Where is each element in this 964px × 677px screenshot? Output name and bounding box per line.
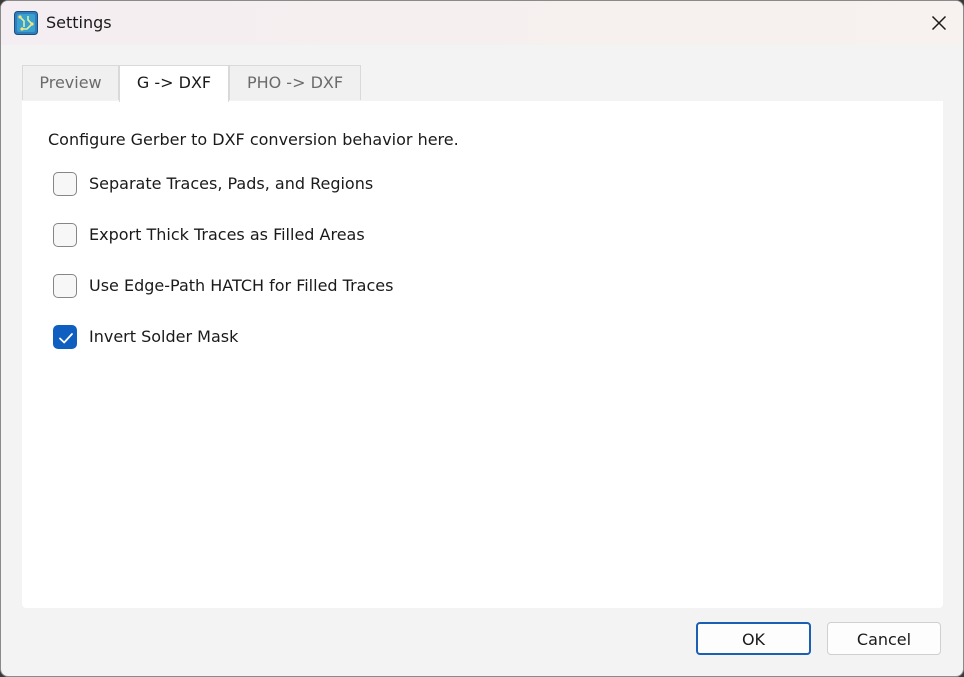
ok-button[interactable]: OK [696,622,811,655]
panel-description: Configure Gerber to DXF conversion behav… [48,130,459,149]
tab-pho-to-dxf[interactable]: PHO -> DXF [229,65,361,100]
option-label: Separate Traces, Pads, and Regions [89,174,374,193]
title-bar[interactable]: Settings [1,1,963,45]
checkmark-icon [59,333,73,344]
checkbox[interactable] [53,274,77,298]
checkbox-checked[interactable] [53,325,77,349]
checkbox[interactable] [53,223,77,247]
app-pcb-icon [14,11,38,35]
cancel-button[interactable]: Cancel [827,622,941,655]
option-label: Invert Solder Mask [89,327,239,346]
tab-panel: Configure Gerber to DXF conversion behav… [22,101,943,608]
checkbox[interactable] [53,172,77,196]
tab-g-to-dxf[interactable]: G -> DXF [119,65,229,102]
settings-dialog: Settings Preview G -> DXF PHO -> DXF Con… [0,0,964,677]
option-label: Export Thick Traces as Filled Areas [89,225,365,244]
tab-preview[interactable]: Preview [22,65,119,100]
window-title: Settings [46,13,112,32]
close-icon [931,15,947,31]
option-label: Use Edge-Path HATCH for Filled Traces [89,276,394,295]
close-button[interactable] [915,1,963,45]
